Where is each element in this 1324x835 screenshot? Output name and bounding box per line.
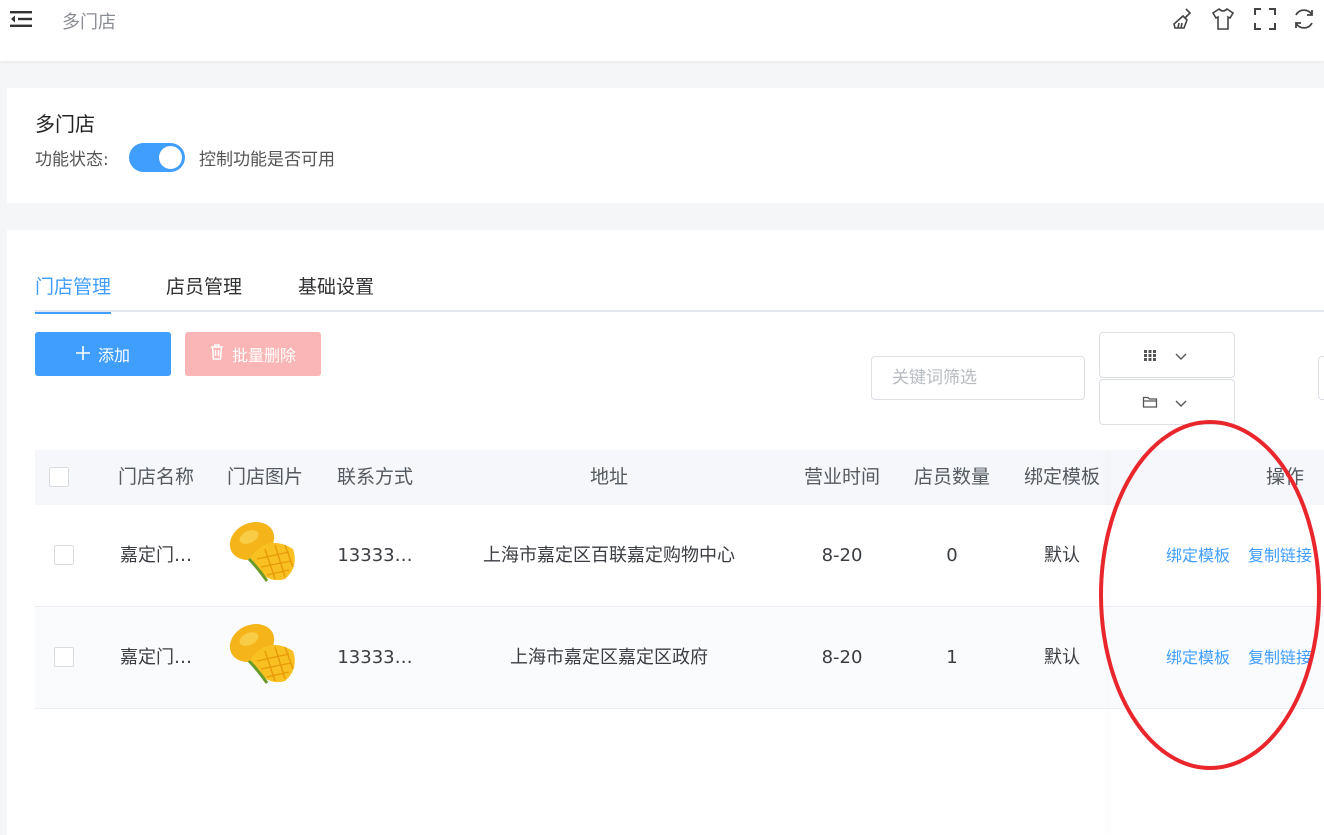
tabs: 门店管理 店员管理 基础设置 [35,270,1324,314]
trash-icon [210,344,224,364]
bind-template-link[interactable]: 绑定模板 [1166,607,1230,708]
grid-icon [1142,347,1158,363]
header-tools [1164,6,1324,32]
add-button[interactable]: 添加 [35,332,171,376]
column-header: 操作 [1265,466,1304,488]
row-checkbox[interactable] [54,647,74,667]
column-header: 营业时间 [803,466,880,488]
top-header: 多门店 [0,0,1324,61]
feature-status-label: 功能状态: [35,150,109,170]
active-tab-indicator [35,312,112,314]
column-header: 店员数量 [913,466,990,488]
table-header: 门店名称 门店图片 联系方式 地址 营业时间 店员数量 绑定模板 操作 [35,450,1324,505]
bound-template: 默认 [1044,647,1080,668]
business-hours: 8-20 [821,545,863,566]
store-image[interactable] [227,621,301,689]
bind-template-link[interactable]: 绑定模板 [1166,505,1230,606]
feature-switch-description: 控制功能是否可用 [199,150,335,170]
fixed-column-divider [1110,450,1111,835]
store-name: 嘉定门… [120,545,192,566]
column-display-dropdown[interactable] [1099,332,1235,378]
staff-count: 1 [946,647,958,668]
table-row: 嘉定门… 13333… 上海市嘉定区嘉定区政府 8-20 1 默认 绑定模板 复… [35,607,1324,709]
bound-template: 默认 [1044,545,1080,566]
tab-store-management[interactable]: 门店管理 [35,272,112,314]
feature-enable-switch[interactable] [129,143,185,172]
select-all-checkbox[interactable] [49,467,69,487]
column-header: 绑定模板 [1023,466,1100,488]
column-header: 门店图片 [226,466,303,488]
tab-staff-management[interactable]: 店员管理 [166,272,242,310]
staff-count: 0 [946,545,958,566]
contact: 13333… [337,545,413,566]
table-row: 嘉定门… 13333… 上海市嘉定区百联嘉定购物中心 8-20 0 默认 绑定模… [35,505,1324,607]
feature-title: 多门店 [35,112,95,136]
feature-card: 多门店 功能状态: 控制功能是否可用 [7,88,1324,203]
copy-link-link[interactable]: 复制链接 [1248,505,1312,606]
clear-cache-icon[interactable] [1170,6,1196,32]
plus-icon [75,345,90,364]
add-button-label: 添加 [97,346,130,365]
chevron-down-icon [1174,348,1188,362]
tab-label: 店员管理 [166,276,243,298]
switch-knob [159,146,182,169]
fullscreen-icon[interactable] [1252,6,1278,32]
column-header: 联系方式 [336,466,413,488]
copy-link-link[interactable]: 复制链接 [1248,607,1312,708]
theme-shirt-icon[interactable] [1210,6,1236,32]
column-header: 地址 [589,466,628,488]
refresh-icon[interactable] [1291,6,1317,32]
contact: 13333… [337,647,413,668]
batch-delete-label: 批量删除 [231,346,296,365]
export-dropdown[interactable] [1099,379,1235,425]
side-tool-button[interactable] [1318,356,1324,400]
address: 上海市嘉定区嘉定区政府 [510,647,708,668]
chevron-down-icon [1174,395,1188,409]
store-management-card: 门店管理 店员管理 基础设置 添加 批量删除 关键词筛选 门店名称 门店图片 联… [7,230,1324,835]
batch-delete-button[interactable]: 批量删除 [185,332,321,376]
menu-fold-icon[interactable] [10,9,34,29]
business-hours: 8-20 [821,647,863,668]
keyword-filter-input[interactable] [872,357,1084,399]
column-header: 门店名称 [117,466,194,488]
tab-basic-settings[interactable]: 基础设置 [298,272,374,310]
tab-label: 门店管理 [35,276,112,298]
breadcrumb: 多门店 [62,12,116,33]
folder-icon [1142,394,1158,410]
keyword-filter[interactable] [871,356,1085,400]
store-name: 嘉定门… [120,647,192,668]
address: 上海市嘉定区百联嘉定购物中心 [483,545,735,566]
store-image[interactable] [227,519,301,587]
tab-label: 基础设置 [298,276,375,298]
row-checkbox[interactable] [54,545,74,565]
